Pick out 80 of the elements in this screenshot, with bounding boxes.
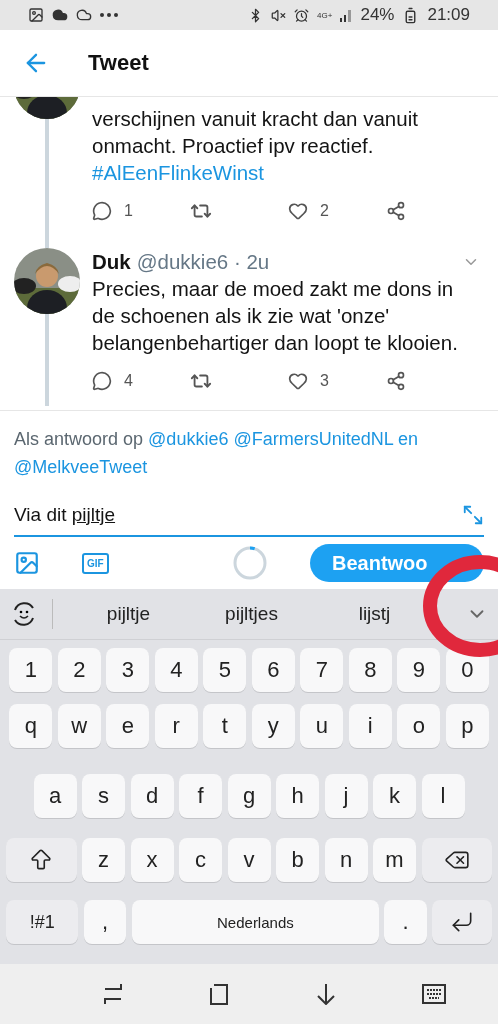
cloud-icon: [52, 7, 68, 23]
key[interactable]: e: [106, 704, 150, 748]
key[interactable]: 4: [154, 648, 198, 692]
signal-icon: [340, 8, 353, 22]
key[interactable]: u: [300, 704, 344, 748]
key[interactable]: o: [397, 704, 441, 748]
key[interactable]: j: [324, 774, 368, 818]
key[interactable]: r: [154, 704, 198, 748]
battery-percent: 24%: [360, 5, 395, 25]
reply-count: 1: [124, 202, 133, 220]
key[interactable]: 5: [203, 648, 247, 692]
key[interactable]: 9: [397, 648, 441, 692]
suggestion-item[interactable]: pijltjes: [190, 603, 313, 625]
key[interactable]: ,: [83, 900, 127, 944]
key[interactable]: t: [203, 704, 247, 748]
key[interactable]: n: [324, 838, 368, 882]
mute-icon: [271, 7, 287, 23]
share-icon[interactable]: [386, 371, 406, 391]
key[interactable]: q: [9, 704, 53, 748]
key[interactable]: i: [348, 704, 392, 748]
key[interactable]: b: [276, 838, 319, 882]
tweet-text: Precies, maar de moed zakt me dons in de schoenen als ik zie wat 'onze' belangenbehartiger dan loopt te klooien.: [92, 276, 459, 356]
key[interactable]: d: [130, 774, 174, 818]
key[interactable]: w: [57, 704, 101, 748]
recent-apps-icon[interactable]: [102, 983, 125, 1005]
reply-context: Als antwoord op @dukkie6 @FarmersUnitedNL en @MelkveeTweet: [14, 428, 420, 479]
cloud-icon: [76, 7, 92, 23]
key[interactable]: s: [82, 774, 125, 818]
author-name: Duk: [92, 249, 131, 274]
key[interactable]: f: [179, 774, 222, 818]
keyboard-icon[interactable]: [421, 984, 446, 1004]
suggestion-item[interactable]: lijstj: [313, 603, 436, 625]
expand-icon[interactable]: [462, 504, 484, 526]
key[interactable]: 2: [57, 648, 101, 692]
image-icon[interactable]: [14, 550, 40, 576]
alarm-icon: [294, 7, 310, 23]
key[interactable]: 6: [251, 648, 295, 692]
key[interactable]: a: [33, 774, 77, 818]
reply-icon[interactable]: [92, 371, 112, 391]
home-icon[interactable]: [208, 983, 231, 1005]
key[interactable]: c: [179, 838, 222, 882]
joiner-text: en: [398, 429, 419, 449]
like-count: 2: [320, 202, 329, 220]
key[interactable]: g: [227, 774, 271, 818]
key[interactable]: v: [227, 838, 271, 882]
key[interactable]: h: [276, 774, 319, 818]
clock: 21:09: [427, 5, 470, 25]
key[interactable]: z: [82, 838, 125, 882]
key[interactable]: 7: [300, 648, 344, 692]
gallery-icon: [28, 7, 44, 23]
key[interactable]: l: [421, 774, 465, 818]
share-icon[interactable]: [386, 201, 406, 221]
progress-ring: [232, 546, 267, 580]
network-type: 4G+: [317, 10, 333, 20]
page-title: Tweet: [88, 50, 149, 76]
key[interactable]: p: [445, 704, 489, 748]
like-icon[interactable]: [288, 371, 308, 391]
reply-icon[interactable]: [92, 201, 112, 221]
shift-key[interactable]: [6, 838, 77, 882]
tweet-text: verschijnen vanuit kracht dan vanuit onmacht. Proactief ipv reactief.: [92, 106, 419, 159]
more-icon: [100, 13, 118, 17]
key[interactable]: 8: [348, 648, 392, 692]
key[interactable]: m: [373, 838, 416, 882]
enter-key[interactable]: [432, 900, 492, 944]
like-count: 3: [320, 372, 329, 390]
key[interactable]: k: [373, 774, 416, 818]
key[interactable]: 1: [9, 648, 53, 692]
tweet-meta: @dukkie6 · 2u: [136, 249, 270, 274]
suggestion-item[interactable]: pijltje: [67, 603, 190, 625]
key[interactable]: x: [130, 838, 174, 882]
key[interactable]: .: [384, 900, 427, 944]
reply-count: 4: [124, 372, 133, 390]
key[interactable]: y: [251, 704, 295, 748]
space-key[interactable]: Nederlands: [131, 900, 379, 944]
backspace-key[interactable]: [421, 838, 492, 882]
key[interactable]: 3: [106, 648, 150, 692]
symbols-key[interactable]: !#1: [6, 900, 79, 944]
reply-input[interactable]: Via dit pijltje: [14, 495, 484, 537]
like-icon[interactable]: [288, 201, 308, 221]
hide-keyboard-icon[interactable]: [315, 983, 338, 1005]
